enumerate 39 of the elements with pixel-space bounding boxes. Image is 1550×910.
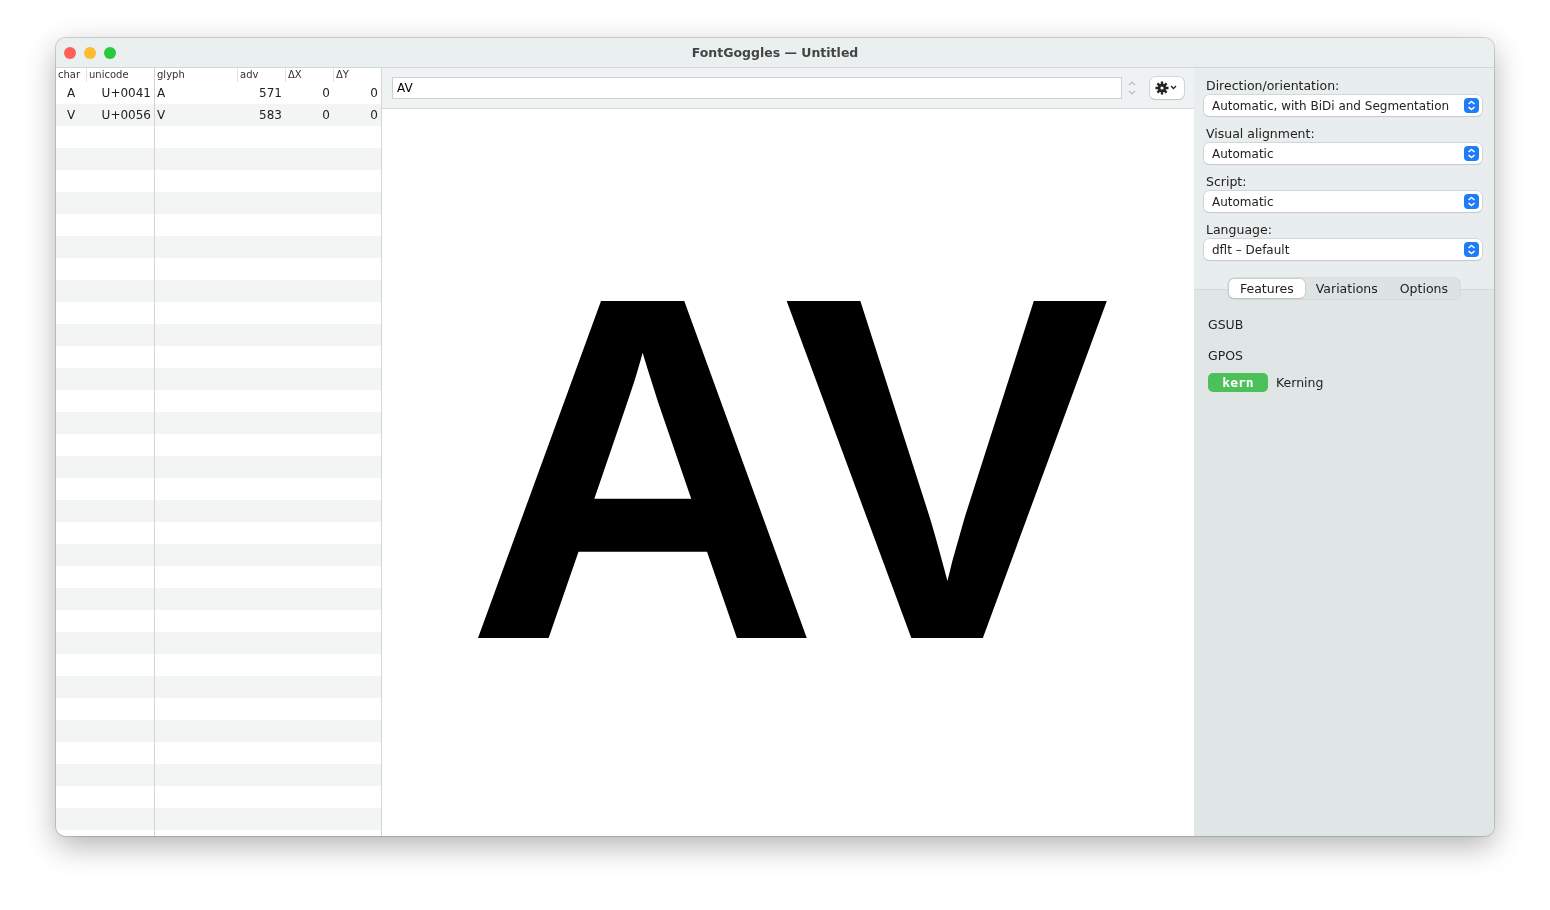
setting-label: Visual alignment:	[1205, 126, 1316, 141]
glyph-preview: AV	[465, 222, 1111, 713]
popup-menu[interactable]: Automatic, with BiDi and Segmentation	[1204, 95, 1482, 116]
gear-icon	[1155, 81, 1179, 95]
table-cell-text: V	[156, 107, 167, 124]
popup-menu[interactable]: Automatic	[1204, 191, 1482, 212]
table-cell-text: 583	[258, 107, 283, 124]
close-button[interactable]	[64, 46, 76, 59]
chevron-icon	[1464, 194, 1479, 209]
table-cell-text: U+0056	[100, 107, 152, 124]
table-cell-text: A	[156, 85, 167, 102]
chevron-icon	[1464, 146, 1479, 161]
popup-menu[interactable]: Automatic	[1204, 143, 1482, 164]
section-heading: GPOS	[1208, 348, 1244, 363]
table-cell-text: 0	[369, 107, 379, 124]
table-cell-text: 0	[321, 107, 331, 124]
table-cell-text: 0	[321, 85, 331, 102]
tab[interactable]: Variations	[1304, 279, 1389, 298]
table-cell-text: V	[65, 107, 77, 124]
table-cell-text: 0	[369, 85, 379, 102]
feature-name: Kerning	[1276, 375, 1324, 390]
column-header[interactable]: char	[56, 68, 86, 82]
settings-button[interactable]	[1150, 77, 1184, 99]
chevron-icon	[1464, 98, 1479, 113]
minimize-button[interactable]	[84, 46, 96, 59]
popup-menu[interactable]: dflt – Default	[1204, 239, 1482, 260]
table-cell-text: 571	[258, 85, 283, 102]
section-heading: GSUB	[1208, 317, 1245, 332]
setting-label: Script:	[1205, 174, 1248, 189]
setting-label: Direction/orientation:	[1205, 78, 1341, 93]
table-cell-text: U+0041	[100, 85, 152, 102]
window-title: FontGoggles — Untitled	[691, 45, 859, 60]
tab[interactable]: Options	[1388, 279, 1459, 298]
text-input-field[interactable]: AV	[392, 77, 1122, 99]
table-cell-text: A	[65, 85, 77, 102]
chevron-icon	[1464, 242, 1479, 257]
setting-label: Language:	[1205, 222, 1273, 237]
zoom-button[interactable]	[104, 46, 116, 59]
tab[interactable]: Features	[1229, 279, 1305, 298]
